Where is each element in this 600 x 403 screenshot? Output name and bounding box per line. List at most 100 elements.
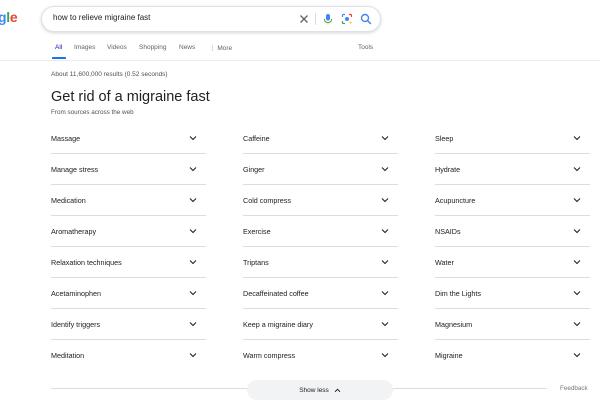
list-item-label: Hydrate <box>435 165 461 174</box>
list-item[interactable]: NSAIDs <box>435 216 590 247</box>
list-item-label: Migraine <box>435 351 463 360</box>
list-item[interactable]: Keep a migraine diary <box>243 309 398 340</box>
list-item[interactable]: Hydrate <box>435 154 590 185</box>
chevron-down-icon <box>573 353 581 358</box>
list-item[interactable]: Migraine <box>435 340 590 371</box>
list-item[interactable]: Medication <box>51 185 206 216</box>
chevron-down-icon <box>573 198 581 203</box>
list-item[interactable]: Magnesium <box>435 309 590 340</box>
tab-news[interactable]: News <box>179 44 195 51</box>
microphone-icon[interactable] <box>321 12 335 26</box>
search-box[interactable]: how to relieve migraine fast <box>41 6 381 32</box>
remedy-column-2: Caffeine Ginger Cold compress Exercise T… <box>243 123 398 371</box>
list-item-label: Identify triggers <box>51 320 101 329</box>
clear-icon[interactable] <box>297 12 311 26</box>
list-item-label: Triptans <box>243 258 269 267</box>
remedy-grid: Massage Manage stress Medication Aromath… <box>51 123 590 371</box>
list-item-label: Sleep <box>435 134 454 143</box>
list-item-label: Aromatherapy <box>51 227 97 236</box>
chevron-down-icon <box>189 229 197 234</box>
chevron-down-icon <box>189 198 197 203</box>
list-item[interactable]: Ginger <box>243 154 398 185</box>
tools-button[interactable]: Tools <box>358 44 373 51</box>
search-tabs: All Images Videos Shopping News ⋮ More T… <box>0 38 600 61</box>
search-input[interactable]: how to relieve migraine fast <box>53 13 150 22</box>
list-item[interactable]: Acetaminophen <box>51 278 206 309</box>
list-item[interactable]: Triptans <box>243 247 398 278</box>
chevron-down-icon <box>573 167 581 172</box>
tab-videos[interactable]: Videos <box>107 44 127 51</box>
active-tab-indicator <box>52 57 66 59</box>
chevron-down-icon <box>189 167 197 172</box>
tab-all[interactable]: All <box>55 44 62 51</box>
list-item-label: Massage <box>51 134 81 143</box>
chevron-up-icon <box>334 388 341 392</box>
list-item-label: Decaffeinated coffee <box>243 289 309 298</box>
list-item[interactable]: Warm compress <box>243 340 398 371</box>
list-item[interactable]: Identify triggers <box>51 309 206 340</box>
chevron-down-icon <box>189 260 197 265</box>
chevron-down-icon <box>573 260 581 265</box>
chevron-down-icon <box>189 353 197 358</box>
list-item-label: Water <box>435 258 454 267</box>
chevron-down-icon <box>573 322 581 327</box>
list-item[interactable]: Aromatherapy <box>51 216 206 247</box>
remedy-column-3: Sleep Hydrate Acupuncture NSAIDs Water D… <box>435 123 590 371</box>
chevron-down-icon <box>381 353 389 358</box>
list-item[interactable]: Dim the Lights <box>435 278 590 309</box>
logo-letter-e: e <box>9 9 18 25</box>
list-item-label: Magnesium <box>435 320 473 329</box>
list-item-label: Dim the Lights <box>435 289 481 298</box>
list-item-label: Acetaminophen <box>51 289 101 298</box>
list-item[interactable]: Cold compress <box>243 185 398 216</box>
list-item-label: Manage stress <box>51 165 99 174</box>
more-dots-icon: ⋮ <box>209 45 216 52</box>
show-less-label: Show less <box>299 386 329 394</box>
list-item[interactable]: Relaxation techniques <box>51 247 206 278</box>
list-item-label: Meditation <box>51 351 85 360</box>
list-item[interactable]: Meditation <box>51 340 206 371</box>
panel-title: Get rid of a migraine fast <box>51 89 210 105</box>
list-item[interactable]: Massage <box>51 123 206 154</box>
lens-icon[interactable] <box>340 12 354 26</box>
tab-more-label: More <box>217 45 233 52</box>
chevron-down-icon <box>381 260 389 265</box>
list-item[interactable]: Manage stress <box>51 154 206 185</box>
tab-more[interactable]: ⋮ More <box>209 44 232 52</box>
search-divider <box>315 13 316 25</box>
result-stats: About 11,600,000 results (0.52 seconds) <box>51 71 168 78</box>
chevron-down-icon <box>381 291 389 296</box>
chevron-down-icon <box>381 229 389 234</box>
tab-shopping[interactable]: Shopping <box>139 44 166 51</box>
chevron-down-icon <box>381 136 389 141</box>
chevron-down-icon <box>189 136 197 141</box>
chevron-down-icon <box>573 136 581 141</box>
list-item[interactable]: Water <box>435 247 590 278</box>
list-item-label: Caffeine <box>243 134 270 143</box>
list-item-label: Warm compress <box>243 351 296 360</box>
list-item[interactable]: Decaffeinated coffee <box>243 278 398 309</box>
list-item-label: Cold compress <box>243 196 291 205</box>
list-item-label: Acupuncture <box>435 196 476 205</box>
chevron-down-icon <box>381 198 389 203</box>
search-icon[interactable] <box>359 12 373 26</box>
google-logo[interactable]: gle <box>0 9 18 25</box>
list-item[interactable]: Exercise <box>243 216 398 247</box>
list-item-label: Exercise <box>243 227 271 236</box>
list-item[interactable]: Caffeine <box>243 123 398 154</box>
list-item-label: Ginger <box>243 165 265 174</box>
panel-subtitle: From sources across the web <box>51 109 134 116</box>
chevron-down-icon <box>381 322 389 327</box>
list-item[interactable]: Acupuncture <box>435 185 590 216</box>
chevron-down-icon <box>573 291 581 296</box>
chevron-down-icon <box>573 229 581 234</box>
feedback-link[interactable]: Feedback <box>560 385 588 392</box>
list-item-label: NSAIDs <box>435 227 461 236</box>
chevron-down-icon <box>189 291 197 296</box>
tab-images[interactable]: Images <box>74 44 95 51</box>
remedy-column-1: Massage Manage stress Medication Aromath… <box>51 123 206 371</box>
show-less-button[interactable]: Show less <box>247 380 393 400</box>
list-item[interactable]: Sleep <box>435 123 590 154</box>
list-item-label: Relaxation techniques <box>51 258 122 267</box>
list-item-label: Medication <box>51 196 86 205</box>
